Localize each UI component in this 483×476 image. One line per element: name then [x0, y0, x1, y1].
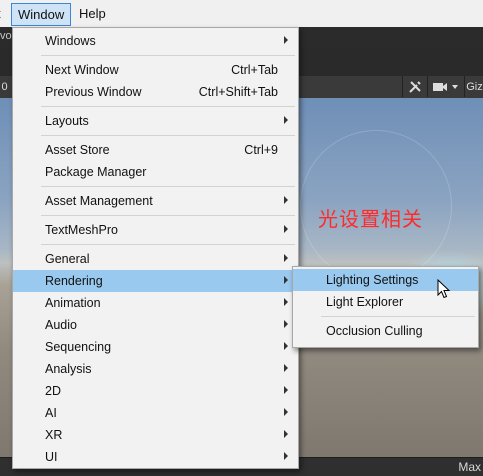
menu-item-shortcut: Ctrl+Shift+Tab [198, 85, 278, 99]
menu-window[interactable]: Window [11, 3, 72, 26]
submenu-arrow-icon [284, 196, 288, 204]
mouse-cursor-icon [437, 279, 451, 299]
camera-icon[interactable] [427, 76, 464, 97]
tab-label-fragment[interactable]: vo [0, 30, 12, 42]
menu-item-xr[interactable]: XR [13, 424, 298, 446]
window-menu: Windows Next Window Ctrl+Tab Previous Wi… [12, 27, 299, 469]
menu-item-label: XR [45, 428, 63, 442]
submenu-arrow-icon [284, 254, 288, 262]
menu-item-label: AI [45, 406, 57, 420]
menu-item-label: Lighting Settings [326, 273, 419, 287]
menu-item-label: Rendering [45, 274, 103, 288]
annotation-text: 光设置相关 [318, 207, 423, 231]
maximize-fragment[interactable]: Max [458, 460, 481, 474]
menu-item-label: Previous Window [45, 85, 142, 99]
submenu-arrow-icon [284, 36, 288, 44]
submenu-arrow-icon [284, 364, 288, 372]
menu-file[interactable]: t [0, 6, 1, 21]
menu-item-label: 2D [45, 384, 61, 398]
menu-item-label: Sequencing [45, 340, 112, 354]
menu-item-label: Asset Store [45, 143, 110, 157]
menu-item-windows[interactable]: Windows [13, 30, 298, 52]
menu-item-shortcut: Ctrl+Tab [231, 63, 278, 77]
menu-item-layouts[interactable]: Layouts [13, 110, 298, 132]
submenu-arrow-icon [284, 320, 288, 328]
tools-icon[interactable] [402, 76, 427, 97]
submenu-arrow-icon [284, 225, 288, 233]
menu-item-ui[interactable]: UI [13, 446, 298, 468]
menu-item-label: Asset Management [45, 194, 153, 208]
menu-item-package-manager[interactable]: Package Manager [13, 161, 298, 183]
submenu-arrow-icon [284, 408, 288, 416]
menu-item-analysis[interactable]: Analysis [13, 358, 298, 380]
menu-separator [41, 135, 295, 136]
menu-item-label: Package Manager [45, 165, 147, 179]
menu-separator [321, 316, 475, 317]
menu-item-animation[interactable]: Animation [13, 292, 298, 314]
menu-separator [41, 55, 295, 56]
menu-item-label: Layouts [45, 114, 89, 128]
menu-item-rendering[interactable]: Rendering [13, 270, 298, 292]
menu-item-shortcut: Ctrl+9 [244, 143, 278, 157]
menu-separator [41, 106, 295, 107]
submenu-arrow-icon [284, 452, 288, 460]
menu-item-textmeshpro[interactable]: TextMeshPro [13, 219, 298, 241]
submenu-arrow-icon [284, 116, 288, 124]
menu-item-ai[interactable]: AI [13, 402, 298, 424]
menu-item-label: Audio [45, 318, 77, 332]
menu-item-label: Animation [45, 296, 101, 310]
menu-item-label: TextMeshPro [45, 223, 118, 237]
menu-separator [41, 244, 295, 245]
menu-item-previous-window[interactable]: Previous Window Ctrl+Shift+Tab [13, 81, 298, 103]
menu-item-label: Next Window [45, 63, 119, 77]
menu-separator [41, 186, 295, 187]
menu-bar: t Window Help [0, 0, 483, 28]
menu-item-audio[interactable]: Audio [13, 314, 298, 336]
menu-separator [41, 215, 295, 216]
menu-item-label: Analysis [45, 362, 92, 376]
menu-item-asset-management[interactable]: Asset Management [13, 190, 298, 212]
menu-item-label: UI [45, 450, 58, 464]
submenu-arrow-icon [284, 298, 288, 306]
menu-item-asset-store[interactable]: Asset Store Ctrl+9 [13, 139, 298, 161]
menu-item-label: Occlusion Culling [326, 324, 423, 338]
menu-item-general[interactable]: General [13, 248, 298, 270]
menu-help[interactable]: Help [79, 6, 106, 21]
menu-item-next-window[interactable]: Next Window Ctrl+Tab [13, 59, 298, 81]
menu-item-label: Light Explorer [326, 295, 404, 309]
menu-item-label: Windows [45, 34, 96, 48]
toolbar-left-fragment[interactable]: 0 [0, 76, 9, 97]
submenu-arrow-icon [284, 342, 288, 350]
menu-item-2d[interactable]: 2D [13, 380, 298, 402]
submenu-arrow-icon [284, 386, 288, 394]
submenu-arrow-icon [284, 430, 288, 438]
submenu-arrow-icon [284, 276, 288, 284]
submenu-item-occlusion-culling[interactable]: Occlusion Culling [293, 320, 478, 342]
menu-item-sequencing[interactable]: Sequencing [13, 336, 298, 358]
menu-item-label: General [45, 252, 90, 266]
gizmos-button[interactable]: Giz [464, 76, 483, 97]
